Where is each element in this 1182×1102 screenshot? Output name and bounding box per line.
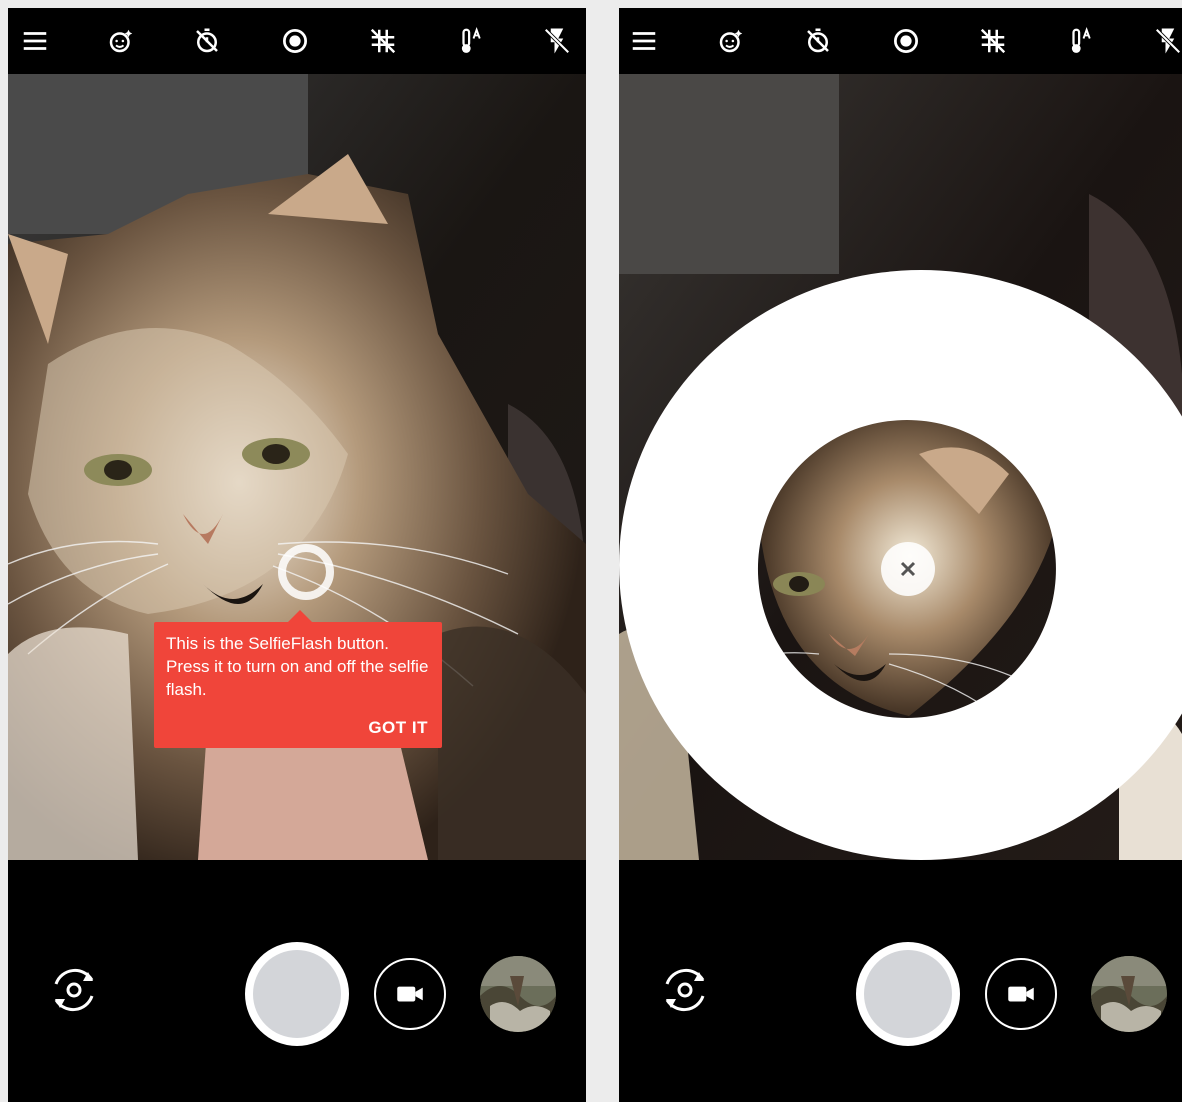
bottom-controls [8,860,586,1102]
flash-off-icon[interactable] [1149,22,1182,60]
shutter-button[interactable] [856,942,960,1046]
top-toolbar [8,8,586,74]
selfie-flash-target-ring[interactable] [278,544,334,600]
switch-camera-icon[interactable] [655,960,715,1020]
switch-camera-icon[interactable] [44,960,104,1020]
camera-viewfinder[interactable]: This is the SelfieFlash button. Press it… [8,74,586,860]
white-balance-auto-icon[interactable] [1062,22,1100,60]
gallery-thumbnail[interactable] [480,956,556,1032]
video-camera-icon [397,986,423,1002]
menu-icon[interactable] [16,22,54,60]
close-icon [900,561,916,577]
left-phone-screen: This is the SelfieFlash button. Press it… [8,8,586,1102]
bottom-controls [619,860,1182,1102]
top-toolbar [619,8,1182,74]
grid-off-icon[interactable] [364,22,402,60]
tooltip-text: This is the SelfieFlash button. Press it… [166,634,429,699]
grid-off-icon[interactable] [974,22,1012,60]
gallery-thumbnail[interactable] [1091,956,1167,1032]
timer-off-icon[interactable] [799,22,837,60]
right-phone-screen [619,8,1182,1102]
white-balance-auto-icon[interactable] [452,22,490,60]
face-retouch-icon[interactable] [102,22,140,60]
close-selfie-flash-button[interactable] [881,542,935,596]
selfie-flash-tooltip: This is the SelfieFlash button. Press it… [154,610,442,748]
flash-off-icon[interactable] [538,22,576,60]
timer-off-icon[interactable] [188,22,226,60]
selfie-flash-icon[interactable] [276,22,314,60]
shutter-button[interactable] [245,942,349,1046]
face-retouch-icon[interactable] [712,22,750,60]
video-mode-button[interactable] [985,958,1057,1030]
camera-viewfinder[interactable] [619,74,1182,860]
selfie-flash-icon[interactable] [887,22,925,60]
got-it-button[interactable]: GOT IT [368,718,428,738]
video-mode-button[interactable] [374,958,446,1030]
video-camera-icon [1008,986,1034,1002]
menu-icon[interactable] [625,22,663,60]
shutter-inner [864,950,952,1038]
shutter-inner [253,950,341,1038]
